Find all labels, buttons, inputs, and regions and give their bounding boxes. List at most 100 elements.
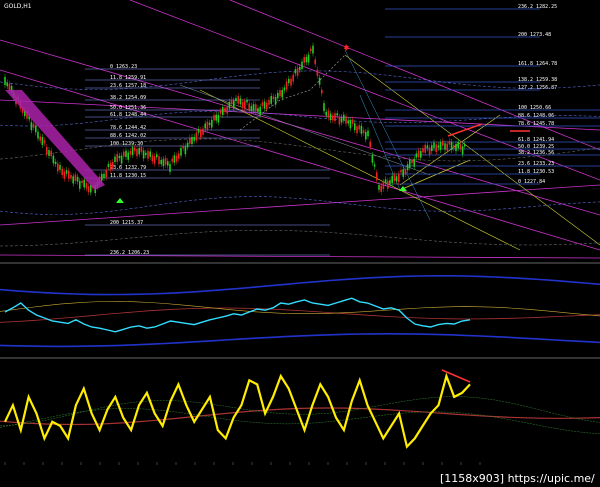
candle-body xyxy=(85,183,88,189)
candle-body xyxy=(211,119,213,128)
candle-body xyxy=(65,170,68,174)
candle-body xyxy=(409,160,411,168)
candle-body xyxy=(59,165,61,170)
candle-body xyxy=(222,107,224,116)
candle-body xyxy=(35,125,37,133)
candle-body xyxy=(112,161,114,168)
fib-level-label: 200 1215.37 xyxy=(110,220,143,226)
candle-body xyxy=(433,142,435,148)
candle-body xyxy=(233,100,235,109)
candle-body xyxy=(180,147,182,156)
fib-level-label: 0 1263.23 xyxy=(110,64,137,70)
candle-body xyxy=(327,110,330,118)
candle-body xyxy=(140,147,143,152)
candle-body xyxy=(437,145,440,148)
candle-body xyxy=(103,173,105,179)
candle-body xyxy=(175,155,178,162)
candle-body xyxy=(380,185,382,193)
candle-body xyxy=(114,156,116,163)
candle-body xyxy=(411,160,413,164)
fib-level-label: 88.6 1242.02 xyxy=(110,133,146,139)
candle-body xyxy=(230,99,233,104)
candle-body xyxy=(8,83,11,91)
candle-body xyxy=(334,113,336,122)
candle-body xyxy=(6,82,8,87)
candle-body xyxy=(329,113,332,120)
candle-body xyxy=(70,175,72,179)
candle-body xyxy=(206,121,209,130)
candle-body xyxy=(362,130,365,134)
candle-body xyxy=(72,176,74,184)
fib-level-label: 100 1250.66 xyxy=(518,105,551,111)
candle-body xyxy=(202,128,204,135)
candle-body xyxy=(367,130,369,137)
candle-body xyxy=(153,156,156,164)
candle-body xyxy=(250,105,253,111)
candle-body xyxy=(444,143,446,150)
candle-body xyxy=(292,74,294,82)
candle-body xyxy=(464,144,466,147)
candle-body xyxy=(404,168,407,175)
candle-body xyxy=(422,148,424,153)
candle-body xyxy=(336,113,338,116)
candle-body xyxy=(74,174,77,182)
candle-body xyxy=(123,151,125,157)
fib-level-label: 200 1273.48 xyxy=(518,32,551,38)
candle-body xyxy=(138,147,140,155)
candle-body xyxy=(178,153,180,159)
candle-body xyxy=(382,181,385,190)
candle-body xyxy=(171,158,173,162)
fib-level-label: 11.8 1230.15 xyxy=(110,173,146,179)
fib-level-label: 78.6 1245.78 xyxy=(518,121,554,127)
fib-level-label: 23.6 1257.18 xyxy=(110,83,146,89)
candle-body xyxy=(290,78,292,86)
candle-body xyxy=(266,102,268,110)
fib-level-label: 78.6 1244.42 xyxy=(110,125,146,131)
candle-body xyxy=(389,180,391,184)
candle-body xyxy=(455,143,457,152)
candle-body xyxy=(406,164,409,171)
candle-body xyxy=(131,147,134,156)
candle-body xyxy=(325,111,327,116)
candle-body xyxy=(43,140,46,144)
candle-body xyxy=(305,56,308,63)
candle-body xyxy=(248,103,250,112)
candle-body xyxy=(76,176,79,182)
candle-body xyxy=(321,89,323,94)
candle-body xyxy=(272,96,275,99)
candle-body xyxy=(261,102,264,106)
candle-body xyxy=(442,140,444,146)
candle-body xyxy=(136,148,138,157)
fib-level-label: 161.8 1264.78 xyxy=(518,61,557,67)
trading-chart[interactable]: 236.2 1282.25 200 1273.48 161.8 1264.78 138… xyxy=(0,0,600,487)
candle-body xyxy=(63,171,66,179)
candle-body xyxy=(156,154,158,158)
candle-body xyxy=(4,77,6,85)
candle-body xyxy=(237,96,239,104)
candle-body xyxy=(371,155,374,163)
candle-body xyxy=(402,169,404,177)
candle-body xyxy=(310,48,312,52)
candle-body xyxy=(81,180,83,184)
candle-body xyxy=(268,99,270,105)
candle-body xyxy=(39,136,41,141)
candle-body xyxy=(228,101,231,109)
candle-body xyxy=(457,141,459,149)
candle-body xyxy=(281,90,283,98)
candle-body xyxy=(446,143,448,151)
candle-body xyxy=(428,147,431,155)
candle-body xyxy=(173,155,176,163)
candle-body xyxy=(145,152,147,156)
candle-body xyxy=(68,170,70,179)
candle-body xyxy=(32,123,35,128)
candle-body xyxy=(398,174,400,182)
candle-body xyxy=(193,136,195,141)
candle-body xyxy=(235,98,237,102)
candle-body xyxy=(450,141,453,150)
candle-body xyxy=(105,169,107,178)
candle-body xyxy=(354,123,356,131)
candle-body xyxy=(435,144,437,153)
candle-body xyxy=(182,145,184,149)
candle-body xyxy=(413,158,415,167)
candle-body xyxy=(30,122,33,131)
